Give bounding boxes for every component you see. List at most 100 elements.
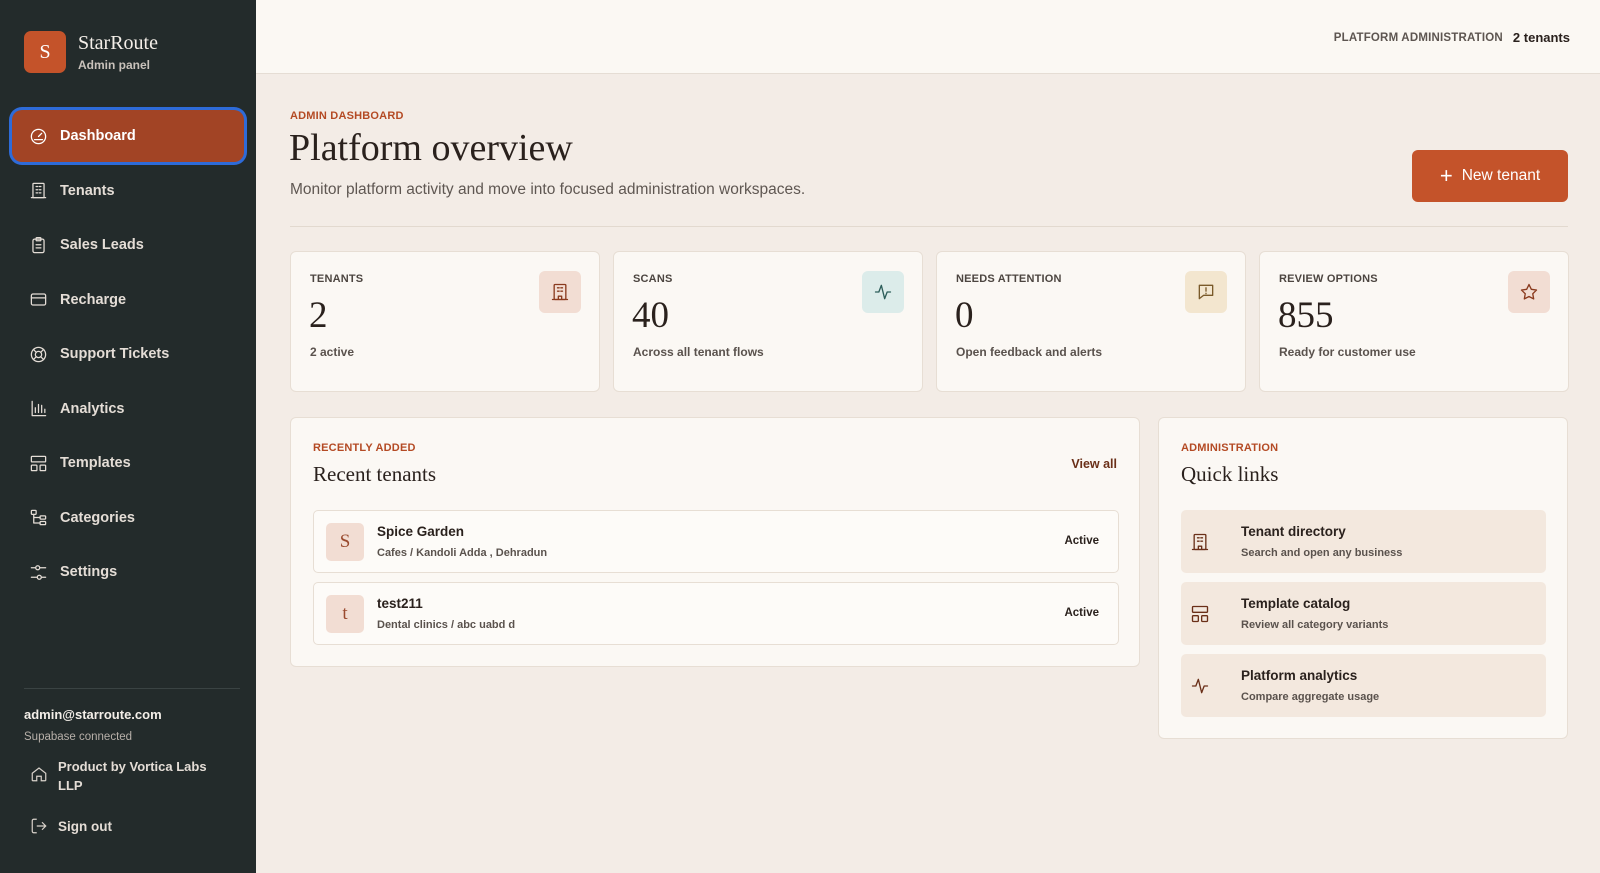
page-subtitle: Monitor platform activity and move into … xyxy=(290,181,806,198)
sidebar-item-label: Settings xyxy=(60,564,118,580)
stat-value: 40 xyxy=(632,295,669,336)
star-icon xyxy=(1508,271,1550,313)
sign-out-icon xyxy=(31,818,47,834)
vendor-text: Product by Vortica Labs LLP xyxy=(58,759,207,793)
sidebar-item-settings[interactable]: Settings xyxy=(12,546,244,598)
sidebar-nav: Dashboard Tenants Sales Leads Recharge S… xyxy=(12,110,244,601)
header-divider xyxy=(290,226,1568,227)
sidebar-item-label: Analytics xyxy=(60,400,125,417)
avatar: t xyxy=(326,595,364,633)
credit-card-icon xyxy=(28,290,48,310)
activity-icon xyxy=(862,271,904,313)
brand-name: StarRoute xyxy=(78,32,158,54)
sidebar-item-label: Templates xyxy=(60,455,131,471)
stat-sub: Open feedback and alerts xyxy=(956,345,1103,359)
page-eyebrow: ADMIN DASHBOARD xyxy=(290,110,404,122)
stat-value: 0 xyxy=(955,295,974,336)
status-badge: Active xyxy=(1064,607,1099,619)
stat-card-tenants[interactable]: TENANTS 2 2 active xyxy=(290,251,600,392)
stat-label: NEEDS ATTENTION xyxy=(956,273,1062,285)
stat-card-scans[interactable]: SCANS 40 Across all tenant flows xyxy=(613,251,923,392)
gauge-icon xyxy=(28,126,48,146)
home-icon xyxy=(30,765,48,788)
sidebar-item-label: Categories xyxy=(60,509,135,526)
brand-logo: S xyxy=(24,31,66,73)
panel-title: Quick links xyxy=(1181,462,1279,486)
sidebar: S StarRoute Admin panel Dashboard Tenant… xyxy=(0,0,256,873)
stat-sub: Ready for customer use xyxy=(1279,345,1416,359)
tenant-count: 2 tenants xyxy=(1512,30,1570,45)
stat-value: 2 xyxy=(309,295,328,336)
quick-links-panel: ADMINISTRATION Quick links Tenant direct… xyxy=(1158,417,1568,739)
quick-link-template-catalog[interactable]: Template catalog Review all category var… xyxy=(1181,582,1546,645)
sidebar-item-templates[interactable]: Templates xyxy=(12,437,244,489)
building-icon xyxy=(28,181,48,201)
building-icon xyxy=(539,271,581,313)
top-bar: PLATFORM ADMINISTRATION 2 tenants xyxy=(256,0,1600,74)
quick-link-title: Platform analytics xyxy=(1241,668,1358,683)
lifebuoy-icon xyxy=(28,344,48,364)
sidebar-item-tenants[interactable]: Tenants xyxy=(12,165,244,217)
sidebar-item-recharge[interactable]: Recharge xyxy=(12,274,244,326)
stat-sub: 2 active xyxy=(310,345,355,359)
panel-title: Recent tenants xyxy=(313,462,437,486)
sidebar-item-support-tickets[interactable]: Support Tickets xyxy=(12,328,244,380)
new-tenant-button[interactable]: + New tenant xyxy=(1412,150,1568,202)
brand[interactable]: S StarRoute Admin panel xyxy=(24,31,158,73)
stat-label: REVIEW OPTIONS xyxy=(1279,273,1378,285)
avatar: S xyxy=(326,523,364,561)
top-bar-label: PLATFORM ADMINISTRATION xyxy=(1333,31,1503,44)
new-tenant-label: New tenant xyxy=(1461,167,1541,184)
stat-label: SCANS xyxy=(633,273,673,285)
connection-status: Supabase connected xyxy=(24,731,133,743)
quick-link-sub: Search and open any business xyxy=(1241,547,1403,559)
vendor-link[interactable]: Product by Vortica Labs LLP xyxy=(30,757,218,795)
tenant-name: test211 xyxy=(377,596,423,611)
sign-out-label: Sign out xyxy=(58,818,112,834)
panel-eyebrow: ADMINISTRATION xyxy=(1181,442,1279,454)
bar-chart-icon xyxy=(28,399,48,419)
view-all-link[interactable]: View all xyxy=(1071,457,1117,471)
sidebar-item-categories[interactable]: Categories xyxy=(12,492,244,544)
sidebar-divider xyxy=(24,688,240,689)
brand-subtitle: Admin panel xyxy=(78,58,151,72)
quick-link-title: Tenant directory xyxy=(1241,524,1346,539)
tenant-meta: Cafes / Kandoli Adda , Dehradun xyxy=(377,547,548,559)
recent-tenants-panel: RECENTLY ADDED Recent tenants View all S… xyxy=(290,417,1140,667)
sidebar-item-label: Dashboard xyxy=(60,128,136,144)
stat-sub: Across all tenant flows xyxy=(633,345,764,359)
sidebar-item-sales-leads[interactable]: Sales Leads xyxy=(12,219,244,271)
message-alert-icon xyxy=(1185,271,1227,313)
clipboard-icon xyxy=(28,235,48,255)
page-title: Platform overview xyxy=(289,127,573,169)
layout-icon xyxy=(1189,603,1211,625)
plus-icon: + xyxy=(1439,163,1453,188)
stat-label: TENANTS xyxy=(310,273,364,285)
sidebar-item-label: Recharge xyxy=(60,291,127,308)
sidebar-item-dashboard[interactable]: Dashboard xyxy=(12,110,244,162)
stat-card-needs-attention[interactable]: NEEDS ATTENTION 0 Open feedback and aler… xyxy=(936,251,1246,392)
stat-value: 855 xyxy=(1278,295,1334,336)
sidebar-item-analytics[interactable]: Analytics xyxy=(12,383,244,435)
user-email: admin@starroute.com xyxy=(24,707,162,722)
sliders-icon xyxy=(28,562,48,582)
quick-link-sub: Compare aggregate usage xyxy=(1241,691,1380,703)
tenant-meta: Dental clinics / abc uabd d xyxy=(377,619,516,631)
status-badge: Active xyxy=(1064,535,1099,547)
tenant-row-spice-garden[interactable]: S Spice Garden Cafes / Kandoli Adda , De… xyxy=(313,510,1119,573)
quick-link-sub: Review all category variants xyxy=(1241,619,1389,631)
tenant-name: Spice Garden xyxy=(377,524,465,539)
activity-icon xyxy=(1189,675,1211,697)
panel-eyebrow: RECENTLY ADDED xyxy=(313,442,416,454)
sign-out-button[interactable]: Sign out xyxy=(30,817,112,835)
sidebar-item-label: Tenants xyxy=(60,182,115,199)
sidebar-item-label: Support Tickets xyxy=(60,346,170,362)
tenant-row-test211[interactable]: t test211 Dental clinics / abc uabd d Ac… xyxy=(313,582,1119,645)
building-icon xyxy=(1189,531,1211,553)
layout-icon xyxy=(28,453,48,473)
quick-link-title: Template catalog xyxy=(1241,596,1351,611)
quick-link-tenant-directory[interactable]: Tenant directory Search and open any bus… xyxy=(1181,510,1546,573)
quick-link-platform-analytics[interactable]: Platform analytics Compare aggregate usa… xyxy=(1181,654,1546,717)
tree-icon xyxy=(28,508,48,528)
stat-card-review-options[interactable]: REVIEW OPTIONS 855 Ready for customer us… xyxy=(1259,251,1569,392)
